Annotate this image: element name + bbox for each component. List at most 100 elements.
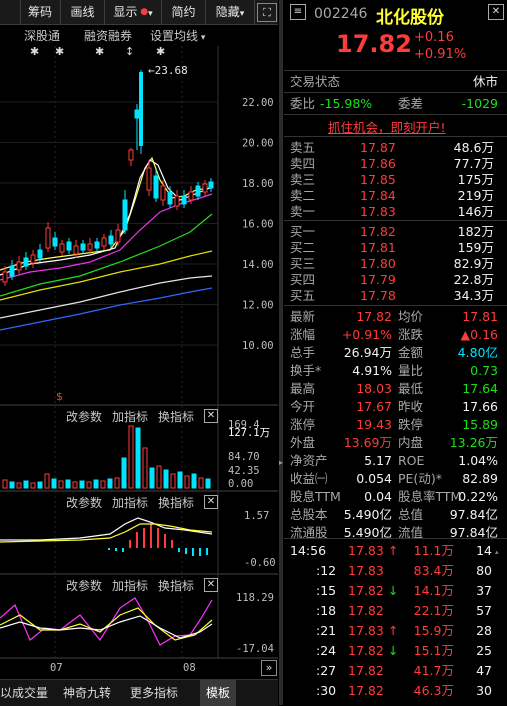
tick-volume: 15.1万 [413,643,454,658]
chart-toolbar: 筹码 画线 显示 ●▾ 简约 隐藏▾ ⛶ [0,0,278,25]
tick-count: 80 [476,563,492,578]
stat-label: 股息TTM [290,489,341,504]
panel-splitter[interactable]: ▸ [279,0,283,705]
toolbar-hide-button[interactable]: 隐藏▾ [206,0,255,24]
toolbar-draw-line-button[interactable]: 画线 [61,0,105,24]
stat-value: 0.04 [364,489,392,504]
star-icon[interactable]: ✱ [95,45,105,58]
candle-body [9,265,15,277]
tick-direction-icon: ↑ [388,543,399,558]
fullscreen-icon[interactable]: ⛶ [257,3,277,22]
star-icon[interactable]: ✱ [30,45,40,58]
close-icon[interactable]: ✕ [488,4,504,20]
stat-value: 0.73 [470,363,498,378]
volume-bar [65,479,71,489]
tick-count: 14 [476,543,492,558]
candle-body [94,241,100,249]
toolbar-chips-button[interactable]: 筹码 [20,0,61,24]
stat-row: 收益㈠ 0.054 PE(动)* 82.89 [290,470,502,488]
scroll-right-icon[interactable]: » [261,660,277,676]
ask-row[interactable]: 卖一 17.83 146万 [290,203,502,221]
stat-label: 总手 [290,345,316,360]
tab-volume[interactable]: 以成交量 [0,680,48,706]
stat-label: 流值 [398,525,424,540]
stat-value: 26.94万 [343,345,392,360]
volume-tick-label: 42.35 [228,465,260,477]
volume-bar [37,481,43,489]
volume-bar [149,467,155,489]
add-indicator-button[interactable]: 加指标 [112,494,148,511]
margin-trading-button[interactable]: 融资融券 [84,27,132,44]
tick-list-scrollbar[interactable]: ▴ [495,548,503,698]
ma-settings-button[interactable]: 设置均线 ▾ [150,27,205,44]
trading-status-label: 交易状态 [290,74,341,89]
toolbar-simple-button[interactable]: 简约 [162,0,206,24]
star-icon[interactable]: ✱ [156,45,166,58]
up-down-arrow-icon[interactable]: ↕ [125,45,135,58]
candle-body [87,243,93,251]
date-label-aug: 08 [183,662,196,674]
edit-params-button[interactable]: 改参数 [66,577,102,594]
collapse-arrow-icon[interactable]: ▸ [279,455,283,471]
switch-indicator-button[interactable]: 换指标 [158,577,194,594]
tick-time: :21 [316,623,337,638]
star-icon[interactable]: ✱ [55,45,65,58]
volume-bar [86,481,92,489]
stat-value: 17.82 [356,309,392,324]
tick-price: 17.83 [348,563,384,578]
menu-icon[interactable]: ≡ [290,4,306,20]
toolbar-display-button[interactable]: 显示 ●▾ [105,0,162,24]
tick-price: 17.83 [348,543,384,558]
close-icon[interactable]: ✕ [204,409,218,423]
trading-status-value: 休市 [472,74,498,89]
stat-label: ROE [398,453,425,468]
price-change: +0.16 [414,30,454,45]
edit-params-button[interactable]: 改参数 [66,408,102,425]
stat-label: 收益㈠ [290,471,328,486]
switch-indicator-button[interactable]: 换指标 [158,494,194,511]
volume-bar [121,457,127,489]
ask-label: 卖一 [290,204,316,219]
stat-label: 最新 [290,309,316,324]
tick-volume: 46.3万 [413,683,454,698]
candle-body [167,191,173,205]
open-account-link[interactable]: 抓住机会，即刻开户! [328,117,446,136]
indicator-tabs: 以成交量 神奇九转 更多指标 模板 [0,679,278,706]
tab-template[interactable]: 模板 [200,680,237,706]
stat-label: 涨幅 [290,327,316,342]
stat-value: 17.81 [462,309,498,324]
ask-volume: 146万 [457,204,494,219]
ask-price: 17.83 [360,204,396,219]
volume-bar [23,480,29,489]
tick-time: :12 [316,563,337,578]
switch-indicator-button[interactable]: 换指标 [158,408,194,425]
toolbar-left-edge [0,0,21,24]
add-indicator-button[interactable]: 加指标 [112,577,148,594]
volume-bar [16,482,22,489]
bid-row[interactable]: 买五 17.78 34.3万 [290,287,502,305]
edit-params-button[interactable]: 改参数 [66,494,102,511]
weibi-label: 委比 [290,96,316,111]
candle-body [128,149,134,161]
scroll-up-icon[interactable]: ▴ [495,548,501,556]
close-icon[interactable]: ✕ [204,578,218,592]
tick-direction-icon: ↓ [388,643,399,658]
close-icon[interactable]: ✕ [204,495,218,509]
tick-volume: 83.4万 [413,563,454,578]
chevron-down-icon: ▾ [148,9,153,19]
volume-bar [114,477,120,489]
volume-panel-controls: 改参数 加指标 换指标 [66,408,221,424]
stat-value: 4.80亿 [457,345,498,360]
price-gridlines [0,101,218,346]
shenzhen-connect-button[interactable]: 深股通 [24,27,60,44]
tab-more-indicators[interactable]: 更多指标 [130,680,178,706]
tick-row: :12 17.83 83.4万 80 [290,562,502,580]
tab-magic-nine[interactable]: 神奇九转 [63,680,111,706]
notification-dot-icon: ● [137,7,149,17]
main-indicator-bar: 深股通 融资融券 设置均线 ▾ [24,27,214,45]
tick-direction-icon: ↓ [388,583,399,598]
add-indicator-button[interactable]: 加指标 [112,408,148,425]
event-marker[interactable]: $ [56,390,63,403]
bid-volume: 34.3万 [453,288,494,303]
trading-status-row: 交易状态 休市 [290,73,502,91]
